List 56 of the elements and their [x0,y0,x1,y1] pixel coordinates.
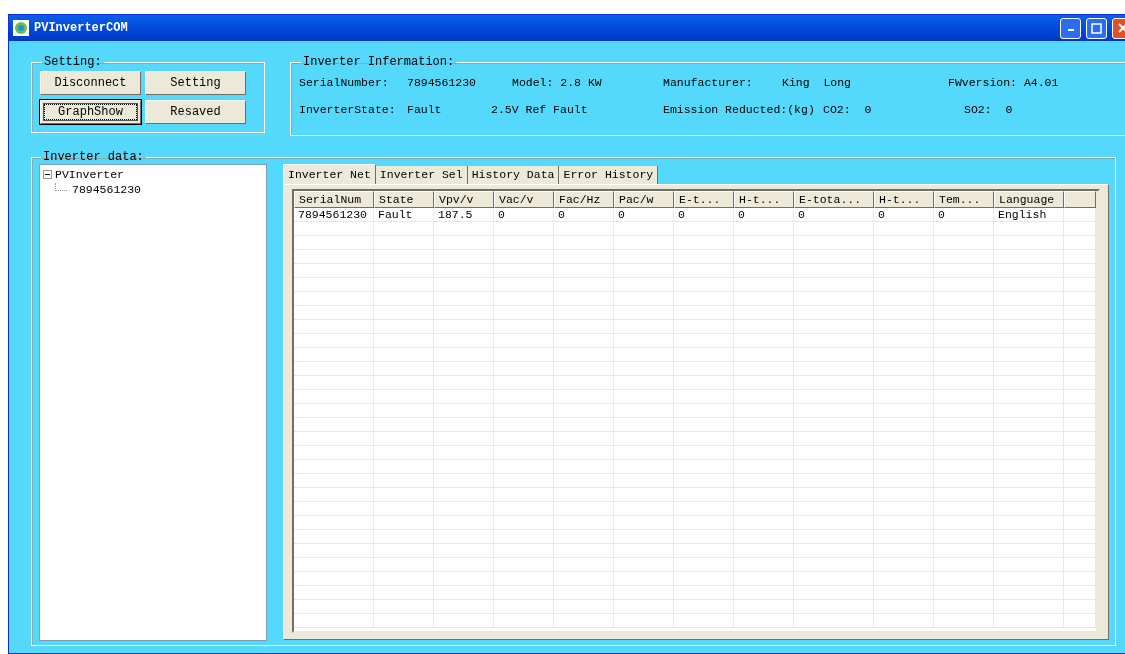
column-header[interactable]: H-t... [874,191,934,208]
table-cell: 0 [934,208,994,221]
info-text: FWversion: A4.01 [948,76,1060,89]
sun-logo-icon [13,20,29,36]
table-cell: 0 [674,208,734,221]
info-text: 2.5V Ref Fault [491,103,589,116]
action-button[interactable]: GraphShow [40,100,141,124]
column-header[interactable]: Vpv/v [434,191,494,208]
column-header[interactable]: SerialNum [294,191,374,208]
table-cell: 187.5 [434,208,494,221]
info-text: SerialNumber: [299,76,390,89]
column-header[interactable]: Tem... [934,191,994,208]
collapse-icon[interactable] [43,170,52,179]
info-text: InverterState: [299,103,397,116]
close-icon [1117,23,1125,33]
info-text: Fault [407,103,443,116]
column-header[interactable]: State [374,191,434,208]
action-button[interactable]: Setting [145,71,246,95]
tab[interactable]: Inverter Sel [375,166,468,184]
column-header[interactable]: E-tota... [794,191,874,208]
window-title: PVInverterCOM [34,21,129,35]
action-button[interactable]: Resaved [145,100,246,124]
table-cell: Fault [374,208,434,221]
info-text: King Long [782,76,852,89]
table-cell: 0 [874,208,934,221]
info-text: 7894561230 [407,76,477,89]
minimize-button[interactable] [1060,17,1081,39]
tree-item[interactable]: 7894561230 [72,183,141,196]
info-text: Manufacturer: [663,76,754,89]
column-header[interactable]: E-t... [674,191,734,208]
info-text: SO2: 0 [964,103,1014,116]
table-cell: 0 [614,208,674,221]
table-cell: English [994,208,1064,221]
info-text: Model: 2.8 KW [512,76,603,89]
tab[interactable]: History Data [467,166,560,184]
group-title: Inverter data: [42,150,145,164]
table-cell: 0 [554,208,614,221]
column-header[interactable]: H-t... [734,191,794,208]
maximize-button[interactable] [1086,17,1107,39]
action-button[interactable]: Disconnect [40,71,141,95]
column-header[interactable]: Language [994,191,1064,208]
info-text: CO2: 0 [823,103,873,116]
group-title: Setting: [43,55,103,69]
info-text: Emission Reducted:(kg) [663,103,816,116]
table-cell: 7894561230 [294,208,374,221]
maximize-icon [1091,22,1102,34]
table-cell: 0 [794,208,874,221]
tree-item[interactable]: PVInverter [55,168,124,181]
group-title: Inverter Infermation: [302,55,456,69]
column-header[interactable]: Pac/w [614,191,674,208]
column-header[interactable]: Fac/Hz [554,191,614,208]
tab[interactable]: Error History [559,166,659,184]
column-header[interactable]: Vac/v [494,191,554,208]
tab[interactable]: Inverter Net [283,164,376,184]
table-cell: 0 [494,208,554,221]
table-cell: 0 [734,208,794,221]
